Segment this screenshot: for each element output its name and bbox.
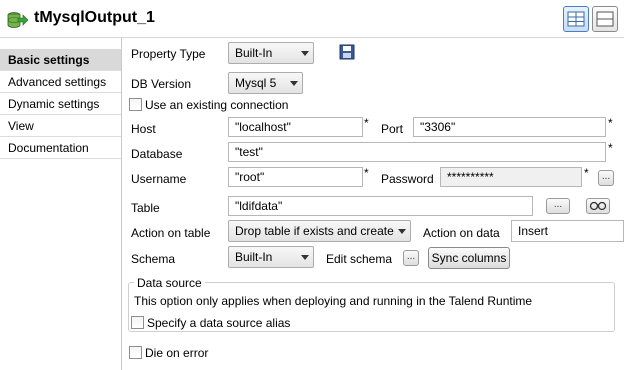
action-on-data-label: Action on data <box>423 226 500 240</box>
nav-item-basic-settings[interactable]: Basic settings <box>0 49 121 71</box>
edit-schema-button[interactable]: ... <box>403 250 419 266</box>
schema-value: Built-In <box>235 250 273 264</box>
nav-item-documentation[interactable]: Documentation <box>0 137 121 159</box>
guess-query-button[interactable] <box>586 198 610 214</box>
save-icon[interactable] <box>339 44 355 60</box>
edit-schema-label: Edit schema <box>326 252 393 266</box>
nav-item-dynamic-settings[interactable]: Dynamic settings <box>0 93 121 115</box>
action-on-data-value: Insert <box>518 224 549 238</box>
data-source-title: Data source <box>134 276 205 290</box>
data-source-alias-label: Specify a data source alias <box>147 316 291 330</box>
nav-item-advanced-settings[interactable]: Advanced settings <box>0 71 121 93</box>
grid-layout-icon <box>567 11 585 27</box>
username-label: Username <box>131 172 187 186</box>
host-label: Host <box>131 122 156 136</box>
schema-label: Schema <box>131 252 176 266</box>
password-label: Password <box>381 172 434 186</box>
use-existing-connection-label: Use an existing connection <box>145 98 289 112</box>
chevron-down-icon <box>398 229 406 234</box>
property-type-select[interactable]: Built-In <box>228 42 314 64</box>
property-type-value: Built-In <box>235 46 273 60</box>
db-version-select[interactable]: Mysql 5 <box>228 72 303 94</box>
data-source-note: This option only applies when deploying … <box>134 294 533 308</box>
table-layout-button[interactable] <box>592 6 618 32</box>
use-existing-connection-checkbox[interactable] <box>129 98 142 111</box>
port-label: Port <box>381 122 404 136</box>
password-input[interactable]: ********** <box>440 167 582 187</box>
die-on-error-checkbox[interactable] <box>129 346 142 359</box>
db-version-label: DB Version <box>131 77 192 91</box>
table-browse-button[interactable]: ... <box>546 198 570 214</box>
required-marker: * <box>608 141 613 155</box>
action-on-data-select[interactable]: Insert <box>511 220 624 242</box>
sync-columns-button[interactable]: Sync columns <box>428 247 510 269</box>
table-layout-icon <box>596 11 614 27</box>
database-label: Database <box>131 147 183 161</box>
chevron-down-icon <box>301 255 309 260</box>
password-edit-button[interactable]: ... <box>598 170 614 186</box>
action-on-table-label: Action on table <box>131 226 211 240</box>
action-on-table-select[interactable]: Drop table if exists and create <box>228 220 411 242</box>
grid-layout-button[interactable] <box>563 6 589 32</box>
component-title: tMysqlOutput_1 <box>34 9 155 26</box>
required-marker: * <box>608 116 613 130</box>
nav-item-view[interactable]: View <box>0 115 121 137</box>
mysql-output-component-icon <box>7 12 28 28</box>
database-input[interactable]: "test" <box>228 142 606 162</box>
action-on-table-value: Drop table if exists and create <box>235 224 394 238</box>
data-source-alias-checkbox[interactable] <box>131 316 144 329</box>
table-label: Table <box>131 201 160 215</box>
chevron-down-icon <box>290 81 298 86</box>
username-input[interactable]: "root" <box>228 167 363 187</box>
schema-select[interactable]: Built-In <box>228 246 314 268</box>
port-input[interactable]: "3306" <box>413 117 606 137</box>
chevron-down-icon <box>301 51 309 56</box>
db-version-value: Mysql 5 <box>235 76 277 90</box>
required-marker: * <box>584 166 589 180</box>
required-marker: * <box>364 116 369 130</box>
binoculars-icon <box>589 201 607 211</box>
table-input[interactable]: "ldifdata" <box>228 196 533 216</box>
host-input[interactable]: "localhost" <box>228 117 363 137</box>
settings-nav: Basic settings Advanced settings Dynamic… <box>0 38 122 370</box>
die-on-error-label: Die on error <box>145 346 209 360</box>
required-marker: * <box>364 166 369 180</box>
component-title-bar: tMysqlOutput_1 <box>0 0 624 38</box>
property-type-label: Property Type <box>131 47 206 61</box>
